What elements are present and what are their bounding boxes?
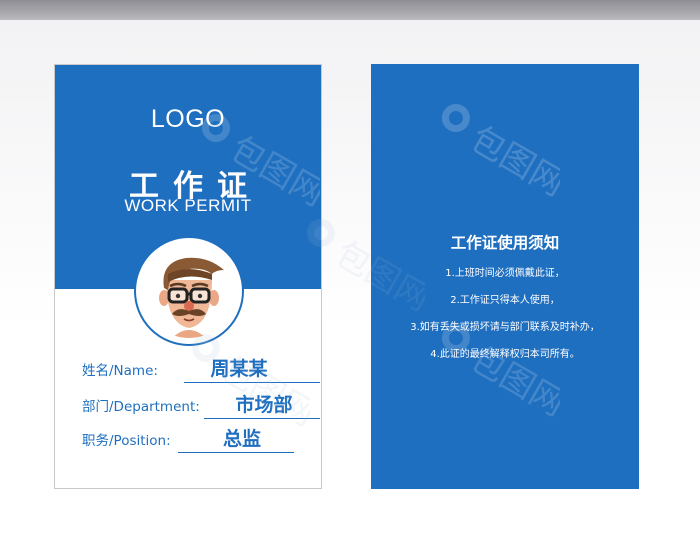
logo-text: LOGO [150, 105, 226, 133]
name-underline [184, 382, 320, 383]
position-row: 职务/Position: 总监 [82, 425, 294, 453]
cartoon-man-icon [159, 257, 224, 338]
position-value: 总监 [222, 428, 261, 450]
position-underline [178, 452, 294, 453]
name-value: 周某某 [210, 358, 268, 380]
notice-item-3: 3.如有丢失或损坏请与部门联系及时补办， [410, 322, 600, 333]
title-english: WORK PERMIT [124, 196, 252, 215]
department-value: 市场部 [235, 394, 293, 416]
name-row: 姓名/Name: 周某某 [82, 355, 320, 383]
notice-item-1: 1.上班时间必须佩戴此证， [445, 268, 565, 279]
avatar [142, 244, 236, 338]
notice-item-4: 4.此证的最终解释权归本司所有。 [430, 349, 580, 360]
department-label: 部门/Department: [82, 399, 200, 415]
top-band [0, 0, 700, 20]
department-row: 部门/Department: 市场部 [82, 391, 320, 419]
department-underline [204, 418, 320, 419]
notice-title: 工作证使用须知 [450, 234, 560, 252]
avatar-frame [134, 236, 244, 346]
position-label: 职务/Position: [82, 433, 171, 449]
id-card-back: 工作证使用须知 1.上班时间必须佩戴此证， 2.工作证只得本人使用， 3.如有丢… [371, 64, 639, 489]
notice-item-2: 2.工作证只得本人使用， [450, 295, 560, 306]
id-card-front: LOGO 工作证 WORK PERMIT 姓名/Name: 周某某 部门/Dep… [54, 64, 322, 489]
name-label: 姓名/Name: [82, 363, 158, 379]
